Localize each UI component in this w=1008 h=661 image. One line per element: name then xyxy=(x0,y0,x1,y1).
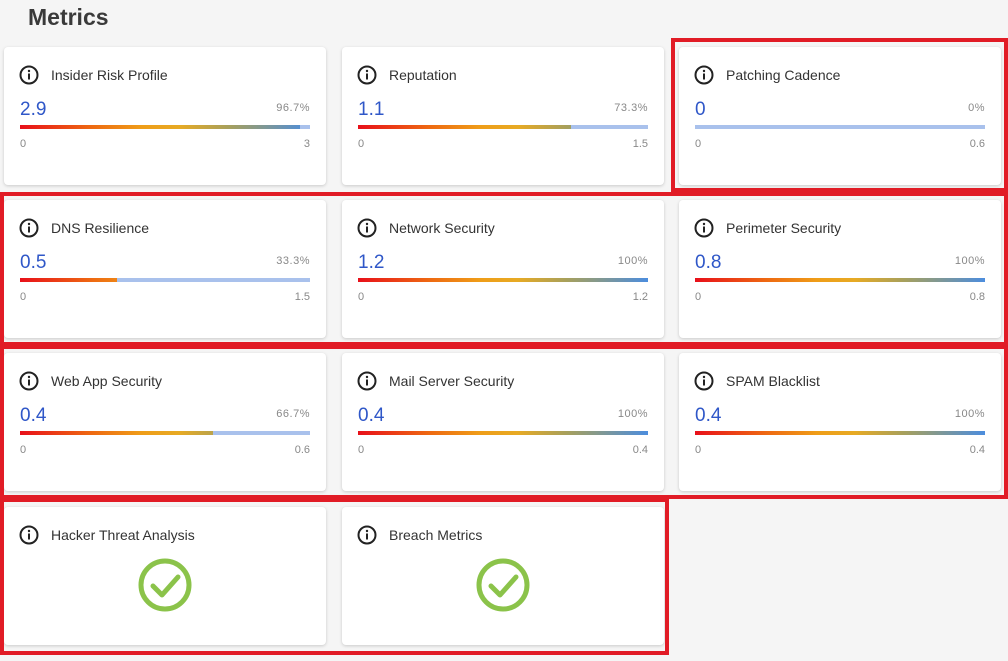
range-min: 0 xyxy=(358,291,365,303)
range-min: 0 xyxy=(695,291,702,303)
check-circle-icon xyxy=(138,558,192,612)
progress-track xyxy=(695,125,985,129)
info-icon[interactable] xyxy=(19,371,39,391)
metric-card-patching-cadence[interactable]: Patching Cadence 0 0% 0 0.6 xyxy=(679,47,1001,185)
card-title: Reputation xyxy=(389,67,457,83)
metric-card-hacker-threat-analysis[interactable]: Hacker Threat Analysis xyxy=(4,507,326,645)
progress-fill xyxy=(20,125,301,129)
metric-value: 2.9 xyxy=(20,99,47,120)
info-icon[interactable] xyxy=(19,65,39,85)
metric-value: 1.1 xyxy=(358,99,385,120)
info-icon[interactable] xyxy=(694,65,714,85)
info-icon[interactable] xyxy=(357,218,377,238)
info-icon[interactable] xyxy=(694,371,714,391)
metric-card-insider-risk-profile[interactable]: Insider Risk Profile 2.9 96.7% 0 3 xyxy=(4,47,326,185)
info-icon[interactable] xyxy=(694,218,714,238)
info-icon[interactable] xyxy=(357,65,377,85)
range-max: 1.2 xyxy=(632,291,648,303)
metric-value: 0 xyxy=(695,99,706,120)
metric-percent: 0% xyxy=(968,102,985,114)
metric-percent: 100% xyxy=(954,408,985,420)
metric-percent: 100% xyxy=(954,255,985,267)
metric-value: 0.4 xyxy=(358,405,385,426)
metric-value: 0.4 xyxy=(695,405,722,426)
range-max: 1.5 xyxy=(632,138,648,150)
progress-track xyxy=(358,125,648,129)
card-title: Mail Server Security xyxy=(389,373,515,389)
progress-track xyxy=(358,278,648,282)
progress-fill xyxy=(358,125,571,129)
card-title: Perimeter Security xyxy=(726,220,842,236)
range-max: 0.4 xyxy=(632,444,648,456)
metric-card-reputation[interactable]: Reputation 1.1 73.3% 0 1.5 xyxy=(342,47,664,185)
range-max: 3 xyxy=(303,138,310,150)
progress-fill xyxy=(695,278,985,282)
metric-percent: 33.3% xyxy=(276,255,310,267)
metric-percent: 96.7% xyxy=(276,102,310,114)
range-max: 1.5 xyxy=(294,291,310,303)
range-min: 0 xyxy=(695,138,702,150)
progress-track xyxy=(358,431,648,435)
progress-fill xyxy=(20,431,214,435)
info-icon[interactable] xyxy=(19,525,39,545)
progress-track xyxy=(695,431,985,435)
metric-percent: 100% xyxy=(617,255,648,267)
range-max: 0.4 xyxy=(969,444,985,456)
page-title: Metrics xyxy=(28,4,109,30)
info-icon[interactable] xyxy=(357,525,377,545)
metric-percent: 66.7% xyxy=(276,408,310,420)
check-circle-icon xyxy=(476,558,530,612)
range-min: 0 xyxy=(20,291,27,303)
range-max: 0.6 xyxy=(969,138,985,150)
card-title: Insider Risk Profile xyxy=(51,67,168,83)
range-min: 0 xyxy=(20,138,27,150)
metric-percent: 73.3% xyxy=(614,102,648,114)
info-icon[interactable] xyxy=(19,218,39,238)
metric-card-spam-blacklist[interactable]: SPAM Blacklist 0.4 100% 0 0.4 xyxy=(679,353,1001,491)
range-max: 0.8 xyxy=(969,291,985,303)
metric-card-perimeter-security[interactable]: Perimeter Security 0.8 100% 0 0.8 xyxy=(679,200,1001,338)
range-min: 0 xyxy=(358,138,365,150)
card-title: Patching Cadence xyxy=(726,67,841,83)
progress-fill xyxy=(20,278,117,282)
card-title: DNS Resilience xyxy=(51,220,150,236)
card-title: Network Security xyxy=(389,220,495,236)
range-max: 0.6 xyxy=(294,444,310,456)
metric-value: 0.4 xyxy=(20,405,47,426)
metric-card-dns-resilience[interactable]: DNS Resilience 0.5 33.3% 0 1.5 xyxy=(4,200,326,338)
info-icon[interactable] xyxy=(357,371,377,391)
range-min: 0 xyxy=(358,444,365,456)
card-title: Breach Metrics xyxy=(389,527,483,543)
progress-fill xyxy=(358,431,648,435)
progress-track xyxy=(20,125,310,129)
metric-card-web-app-security[interactable]: Web App Security 0.4 66.7% 0 0.6 xyxy=(4,353,326,491)
metric-value: 0.5 xyxy=(20,252,47,273)
metric-card-mail-server-security[interactable]: Mail Server Security 0.4 100% 0 0.4 xyxy=(342,353,664,491)
progress-fill xyxy=(695,431,985,435)
card-title: Web App Security xyxy=(51,373,163,389)
range-min: 0 xyxy=(20,444,27,456)
progress-track xyxy=(20,278,310,282)
metric-card-breach-metrics[interactable]: Breach Metrics xyxy=(342,507,664,645)
progress-fill xyxy=(358,278,648,282)
card-title: SPAM Blacklist xyxy=(726,373,820,389)
metric-value: 0.8 xyxy=(695,252,722,273)
metric-percent: 100% xyxy=(617,408,648,420)
metric-value: 1.2 xyxy=(358,252,385,273)
range-min: 0 xyxy=(695,444,702,456)
metric-card-network-security[interactable]: Network Security 1.2 100% 0 1.2 xyxy=(342,200,664,338)
progress-track xyxy=(20,431,310,435)
progress-track xyxy=(695,278,985,282)
card-title: Hacker Threat Analysis xyxy=(51,527,195,543)
